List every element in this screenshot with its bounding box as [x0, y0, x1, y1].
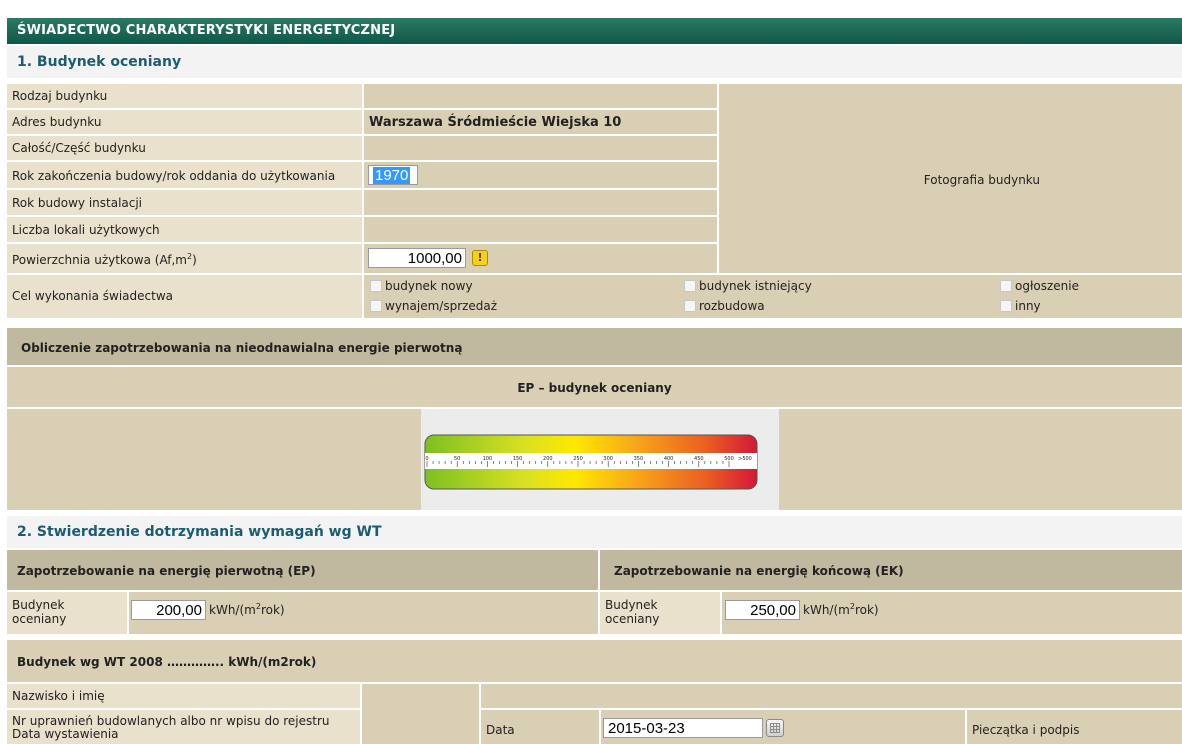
ep-right-cell: [779, 409, 1182, 510]
scale-tick-label: 300: [603, 456, 613, 462]
checkbox[interactable]: [684, 280, 696, 292]
signature-spacer: [362, 684, 479, 744]
scale-tick-label: 200: [543, 456, 553, 462]
label-nazwisko: Nazwisko i imię: [7, 684, 360, 708]
value-rok-instalacji[interactable]: [364, 190, 717, 215]
checkbox[interactable]: [1000, 300, 1012, 312]
section-1-heading: 1. Budynek oceniany: [7, 46, 1182, 78]
label-nr-uprawnien: Nr uprawnień budowlanych albo nr wpisu d…: [7, 710, 360, 744]
section-2-heading: 2. Stwierdzenie dotrzymania wymagań wg W…: [7, 516, 1182, 548]
date-input[interactable]: 2015-03-23: [603, 718, 763, 738]
checkbox[interactable]: [684, 300, 696, 312]
ep-header: Zapotrzebowanie na energię pierwotną (EP…: [7, 550, 598, 590]
scale-tick-label: 250: [573, 456, 583, 462]
value-liczba-lokali[interactable]: [364, 217, 717, 242]
calendar-icon[interactable]: [766, 719, 784, 737]
ep-calc-header: Obliczenie zapotrzebowania na nieodnawia…: [7, 328, 1182, 365]
warning-icon[interactable]: !: [472, 250, 488, 266]
value-adres[interactable]: Warszawa Śródmieście Wiejska 10: [364, 110, 717, 134]
scale-tick-label: 50: [454, 456, 460, 462]
ek-header: Zapotrzebowanie na energię końcową (EK): [600, 550, 1182, 590]
label-cel: Cel wykonania świadectwa: [7, 275, 362, 318]
option-budynek-istniejacy[interactable]: budynek istniejący: [684, 279, 812, 293]
ek-unit: kWh/(m2rok): [803, 602, 879, 617]
ep-left-cell: [7, 409, 421, 510]
option-wynajem[interactable]: wynajem/sprzedaż: [370, 299, 497, 313]
option-ogloszenie[interactable]: ogłoszenie: [1000, 279, 1079, 293]
scale-tick-label: 400: [664, 456, 674, 462]
scale-tick-label: 450: [694, 456, 704, 462]
option-budynek-nowy[interactable]: budynek nowy: [370, 279, 473, 293]
energy-scale-icon: 0 50 100 150 200 250 300 350 400 450 500 >500: [424, 434, 758, 490]
checkbox[interactable]: [1000, 280, 1012, 292]
scale-tick-label: 350: [634, 456, 644, 462]
ep-scale-box: 0 50 100 150 200 250 300 350 400 450 500 >500: [421, 409, 779, 510]
ep-unit: kWh/(m2rok): [209, 602, 285, 617]
label-powierzchnia: Powierzchnia użytkowa (Af,m2): [7, 244, 362, 273]
ek-input[interactable]: 250,00: [725, 600, 800, 620]
label-budynek-ek: Budynek oceniany: [600, 592, 720, 634]
label-rok-instalacji: Rok budowy instalacji: [7, 190, 362, 215]
photo-label: Fotografia budynku: [923, 173, 1040, 187]
label-pieczatka: Pieczątka i podpis: [967, 710, 1182, 744]
label-calosc: Całość/Część budynku: [7, 136, 362, 160]
scale-tick-label: 150: [513, 456, 523, 462]
label-liczba-lokali: Liczba lokali użytkowych: [7, 217, 362, 242]
label-data: Data: [481, 710, 599, 744]
rok-input[interactable]: 1970: [368, 165, 418, 185]
option-inny[interactable]: inny: [1000, 299, 1041, 313]
rok-value-selected: 1970: [373, 167, 411, 184]
page-title: ŚWIADECTWO CHARAKTERYSTYKI ENERGETYCZNEJ: [7, 18, 1182, 44]
label-adres: Adres budynku: [7, 110, 362, 134]
checkbox[interactable]: [370, 280, 382, 292]
scale-tick-label: 500: [724, 456, 734, 462]
checkbox[interactable]: [370, 300, 382, 312]
value-rodzaj[interactable]: [364, 84, 717, 108]
option-rozbudowa[interactable]: rozbudowa: [684, 299, 765, 313]
ep-input[interactable]: 200,00: [131, 600, 206, 620]
scale-tick-label: >500: [738, 456, 752, 462]
ep-subheader: EP – budynek oceniany: [7, 367, 1182, 407]
label-rodzaj: Rodzaj budynku: [7, 84, 362, 108]
value-calosc[interactable]: [364, 136, 717, 160]
nazwisko-value[interactable]: [481, 684, 1182, 708]
scale-tick-label: 100: [483, 456, 493, 462]
wt-line: Budynek wg WT 2008 ………….. kWh/(m2rok): [7, 640, 1182, 682]
label-budynek-ep: Budynek oceniany: [7, 592, 127, 634]
powierzchnia-input[interactable]: 1000,00: [368, 248, 466, 268]
label-rok-zakonczenia: Rok zakończenia budowy/rok oddania do uż…: [7, 162, 362, 188]
scale-tick-label: 0: [425, 456, 428, 462]
